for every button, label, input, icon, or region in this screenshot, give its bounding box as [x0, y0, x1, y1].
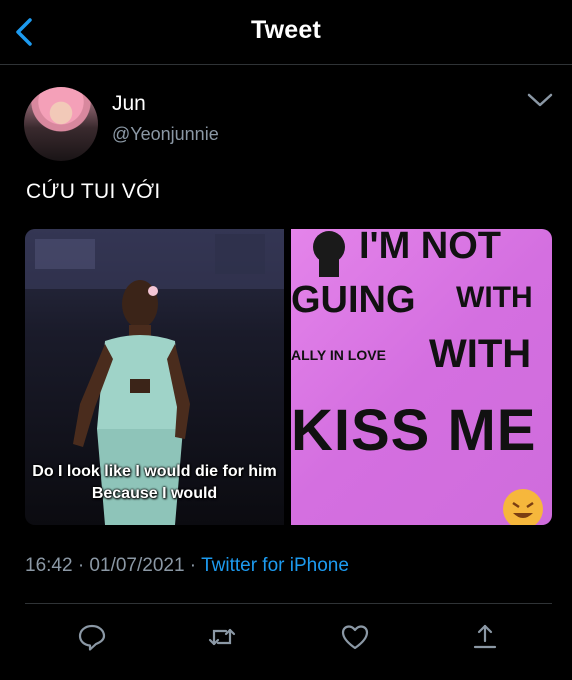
divider	[25, 603, 552, 604]
like-icon	[341, 625, 369, 650]
chevron-down-icon	[527, 93, 553, 107]
like-button[interactable]	[340, 622, 370, 652]
top-bar: Tweet	[0, 0, 572, 65]
meme-text-line3: WITH	[456, 281, 533, 314]
meme-text-line5: WITH	[429, 332, 532, 376]
share-icon	[473, 624, 497, 649]
silhouette-icon	[313, 231, 345, 277]
share-button[interactable]	[470, 622, 500, 652]
meme-caption-line1: Do I look like I would die for him	[32, 463, 277, 480]
tweet-image-left[interactable]: Do I look like I would die for him Becau…	[25, 229, 284, 525]
reply-button[interactable]	[77, 622, 107, 652]
tweet-text: CỨU TUI VỚI	[26, 180, 161, 203]
emoji-icon	[503, 489, 543, 525]
more-options-button[interactable]	[526, 90, 554, 110]
author-name[interactable]: Jun	[112, 92, 146, 116]
meme-text-line6: KISS ME	[291, 398, 537, 463]
meme-text-line1: I'M NOT	[359, 229, 502, 267]
avatar[interactable]	[24, 87, 98, 161]
tweet-meta: 16:42 · 01/07/2021 · Twitter for iPhone	[25, 555, 349, 577]
tweet-image-right[interactable]: I'M NOT GUING WITH ALLY IN LOVE WITH KIS…	[291, 229, 552, 525]
meme-text-line4: ALLY IN LOVE	[291, 347, 386, 363]
tweet-source-link[interactable]: Twitter for iPhone	[201, 555, 349, 576]
page-title: Tweet	[251, 16, 321, 44]
meme-caption-line2: Because I would	[91, 485, 218, 502]
retweet-icon	[208, 628, 236, 646]
tweet-timestamp: 16:42 · 01/07/2021 ·	[25, 555, 202, 576]
author-handle[interactable]: @Yeonjunnie	[112, 124, 219, 145]
reply-icon	[78, 624, 106, 651]
meme-text-line2: GUING	[291, 279, 416, 321]
retweet-button[interactable]	[207, 622, 237, 652]
